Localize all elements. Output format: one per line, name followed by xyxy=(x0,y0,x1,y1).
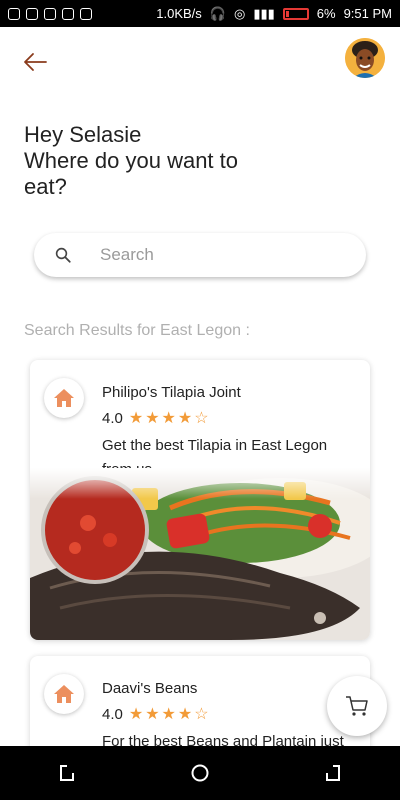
rating-stars: ★★★★☆ xyxy=(128,706,211,723)
headset-icon: 🎧 xyxy=(209,5,226,21)
signal-icon: ▮▮▮ xyxy=(253,5,275,21)
search-icon xyxy=(55,247,71,263)
system-nav-bar xyxy=(0,746,400,800)
rating: 4.0 ★★★★☆ xyxy=(102,704,211,724)
notification-icon xyxy=(44,7,56,20)
rating-value: 4.0 xyxy=(102,705,123,723)
greeting-line: Where do you want to xyxy=(24,148,239,173)
rating-stars: ★★★★☆ xyxy=(128,410,211,427)
results-label: Search Results for East Legon : xyxy=(24,322,250,339)
music-icon xyxy=(80,7,92,20)
cart-icon xyxy=(346,696,368,716)
news-icon xyxy=(62,7,74,20)
search-input[interactable] xyxy=(98,244,342,266)
restaurant-name: Philipo's Tilapia Joint xyxy=(102,384,241,401)
rating-value: 4.0 xyxy=(102,409,123,427)
home-badge xyxy=(44,378,84,418)
restaurant-name: Daavi's Beans xyxy=(102,680,198,697)
food-image xyxy=(30,468,370,640)
status-icons-right: 1.0KB/s 🎧 ◎ ▮▮▮ 6% 9:51 PM xyxy=(156,6,392,22)
shield-icon xyxy=(26,7,38,20)
recents-button[interactable] xyxy=(55,761,79,785)
back-nav-button[interactable] xyxy=(321,761,345,785)
search-bar[interactable] xyxy=(34,233,366,277)
arrow-left-icon xyxy=(24,53,47,71)
clock: 9:51 PM xyxy=(343,6,392,21)
whatsapp-icon xyxy=(8,7,20,20)
home-badge xyxy=(44,674,84,714)
battery-icon xyxy=(282,7,309,20)
greeting-line: Hey Selasie xyxy=(24,122,142,147)
greeting: Hey Selasie Where do you want to eat? xyxy=(24,122,284,200)
status-bar: 1.0KB/s 🎧 ◎ ▮▮▮ 6% 9:51 PM xyxy=(0,0,400,27)
restaurant-card[interactable]: Philipo's Tilapia Joint 4.0 ★★★★☆ Get th… xyxy=(30,360,370,640)
home-icon xyxy=(54,685,74,703)
home-icon xyxy=(54,389,74,407)
rating: 4.0 ★★★★☆ xyxy=(102,408,211,428)
back-button[interactable] xyxy=(22,50,48,74)
home-button[interactable] xyxy=(188,761,212,785)
avatar-illustration xyxy=(345,38,385,78)
recents-icon xyxy=(59,765,74,781)
cart-button[interactable] xyxy=(327,676,387,736)
avatar[interactable] xyxy=(345,38,385,78)
greeting-line: eat? xyxy=(24,174,67,199)
back-nav-icon xyxy=(326,765,341,781)
battery-percent: 6% xyxy=(316,6,336,21)
home-circle-icon xyxy=(191,764,209,782)
network-speed: 1.0KB/s xyxy=(156,6,202,21)
hotspot-icon: ◎ xyxy=(233,5,246,21)
status-icons-left xyxy=(8,7,92,20)
